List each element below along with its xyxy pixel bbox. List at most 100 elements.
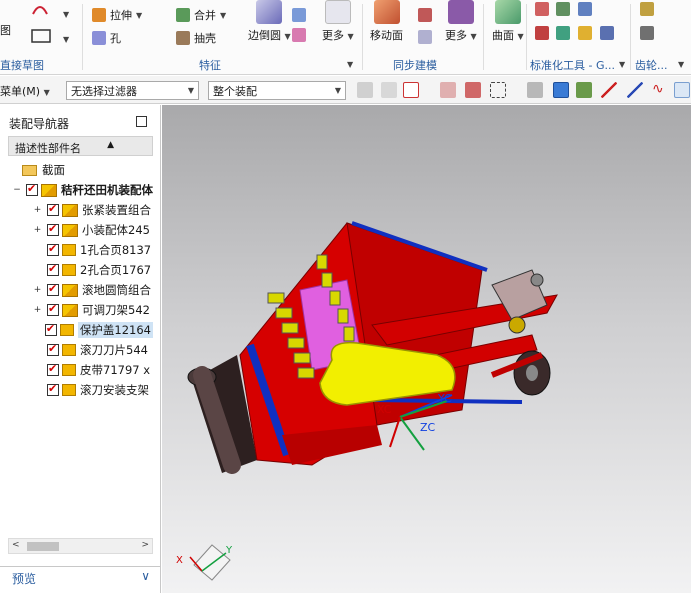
sync-tool-icon [418,30,432,44]
tree-connector [33,386,42,395]
snap-icon[interactable] [357,82,373,98]
sync-small-icon-2[interactable] [418,30,432,44]
sketch-more-dropdown-2[interactable]: ▼ [63,35,69,44]
feature-small-icon-2[interactable] [292,28,306,42]
selection-scope-select[interactable]: 整个装配 ▼ [208,81,346,100]
sketch-more-dropdown[interactable]: ▼ [63,10,69,19]
extrude-button[interactable]: 拉伸 ▼ [92,7,142,23]
tree-row[interactable]: 1孔合页8137 [8,240,153,260]
snap-point-icon[interactable] [465,82,481,98]
standard-tool-icon [535,26,549,40]
selection-filter-select[interactable]: 无选择过滤器 ▼ [66,81,199,100]
tree-row[interactable]: 滚刀刀片544 [8,340,153,360]
arc-tool-button[interactable] [30,2,50,16]
rectangle-select-icon[interactable] [490,82,506,98]
shaded-view-icon[interactable] [553,82,569,98]
move-face-button[interactable]: 移动面 [370,0,403,43]
visibility-checkbox[interactable] [47,242,59,256]
x-label: X [176,555,183,566]
part-icon [62,264,76,276]
sync-more-button[interactable]: 更多 ▼ [445,0,477,43]
standard-tool-5[interactable] [556,26,570,40]
tree-row[interactable]: + 张紧装置组合 [8,200,153,220]
tree-row[interactable]: + 可调刀架542 [8,300,153,320]
chevron-down-icon: ∨ [141,569,150,583]
curve-icon[interactable]: ∿ [652,82,668,98]
visibility-checkbox[interactable] [26,182,38,196]
show-hide-icon[interactable] [527,82,543,98]
standard-tools-expander[interactable]: ▼ [619,60,625,69]
standard-tool-icon [556,2,570,16]
pin-icon[interactable] [136,116,147,127]
vector-icon[interactable] [627,82,643,98]
visibility-checkbox[interactable] [47,382,59,396]
tree-row[interactable]: 2孔合页1767 [8,260,153,280]
horizontal-scrollbar[interactable]: < > [8,538,153,554]
expand-icon[interactable]: + [33,305,42,315]
point-snap-icon[interactable] [403,82,419,98]
standard-tool-7[interactable] [600,26,614,40]
expand-icon[interactable]: + [33,225,42,235]
feature-small-icon-1[interactable] [292,8,306,22]
feature-more-button[interactable]: 更多 ▼ [322,0,354,43]
surface-button[interactable]: 曲面 ▼ [492,0,524,43]
visibility-checkbox[interactable] [47,202,59,216]
scroll-right-icon[interactable]: > [141,540,149,550]
gear-tool-1[interactable] [640,2,654,16]
visibility-checkbox[interactable] [47,342,59,356]
expand-icon[interactable]: + [33,285,42,295]
menu-button[interactable]: 菜单(M) ▼ [0,83,50,99]
standard-tool-4[interactable] [535,26,549,40]
expand-icon[interactable]: + [33,205,42,215]
scroll-left-icon[interactable]: < [12,540,20,550]
sync-small-icon-1[interactable] [418,8,432,22]
angle-icon[interactable] [674,82,690,98]
quick-pick-icon[interactable] [440,82,456,98]
tree-row[interactable]: 皮带71797 x [8,360,153,380]
chevron-down-icon: ▼ [63,35,70,44]
visibility-checkbox[interactable] [44,322,57,336]
standard-tool-3[interactable] [578,2,592,16]
scroll-thumb[interactable] [27,542,59,551]
unite-button[interactable]: 合并 ▼ [176,7,226,23]
tree-row[interactable]: 滚刀安装支架 [8,380,153,400]
visibility-checkbox[interactable] [47,362,59,376]
column-header[interactable]: 描述性部件名 ▲ [8,136,153,156]
sort-ascending-icon: ▲ [107,140,114,150]
tree-row[interactable]: + 小装配体245 [8,220,153,240]
tree-row[interactable]: 截面 [8,160,153,180]
snap-arrow-icon[interactable] [381,82,397,98]
move-face-icon [373,0,400,24]
feature-point-icon[interactable] [576,82,592,98]
edge-blend-button[interactable]: 边倒圆 ▼ [248,0,291,43]
graphics-viewport[interactable]: ZC YC XC X Y [162,105,691,593]
standard-tool-2[interactable] [556,2,570,16]
assembly-icon [62,283,78,297]
collapse-icon[interactable]: − [13,185,21,195]
shell-button[interactable]: 抽壳 [176,30,216,46]
rectangle-tool-button[interactable] [30,28,52,44]
tree-connector [33,366,42,375]
visibility-checkbox[interactable] [47,282,59,296]
tree-row[interactable]: 保护盖12164 [8,320,153,340]
feature-group-expander[interactable]: ▼ [347,60,353,69]
tree-row-label: 张紧装置组合 [82,203,151,217]
visibility-checkbox[interactable] [47,262,59,276]
visibility-checkbox[interactable] [47,222,59,236]
gear-expander[interactable]: ▼ [678,60,684,69]
standard-tool-6[interactable] [578,26,592,40]
group-direct-sketch: 直接草图 [0,59,44,72]
extrude-icon [92,8,106,22]
gear-tool-2[interactable] [640,26,654,40]
tree-row[interactable]: + 滚地圆筒组合 [8,280,153,300]
tree-row[interactable]: − 秸秆还田机装配体 [8,180,153,200]
sync-tool-icon [418,8,432,22]
hole-button[interactable]: 孔 [92,30,121,46]
arc-icon [32,6,48,15]
standard-tool-1[interactable] [535,2,549,16]
line-icon[interactable] [601,82,617,98]
preview-panel-header[interactable]: 预览 ∨ [0,566,160,588]
sketch-partial-button[interactable]: 图 [0,22,11,38]
group-gear: 齿轮... [635,59,668,72]
visibility-checkbox[interactable] [47,302,59,316]
